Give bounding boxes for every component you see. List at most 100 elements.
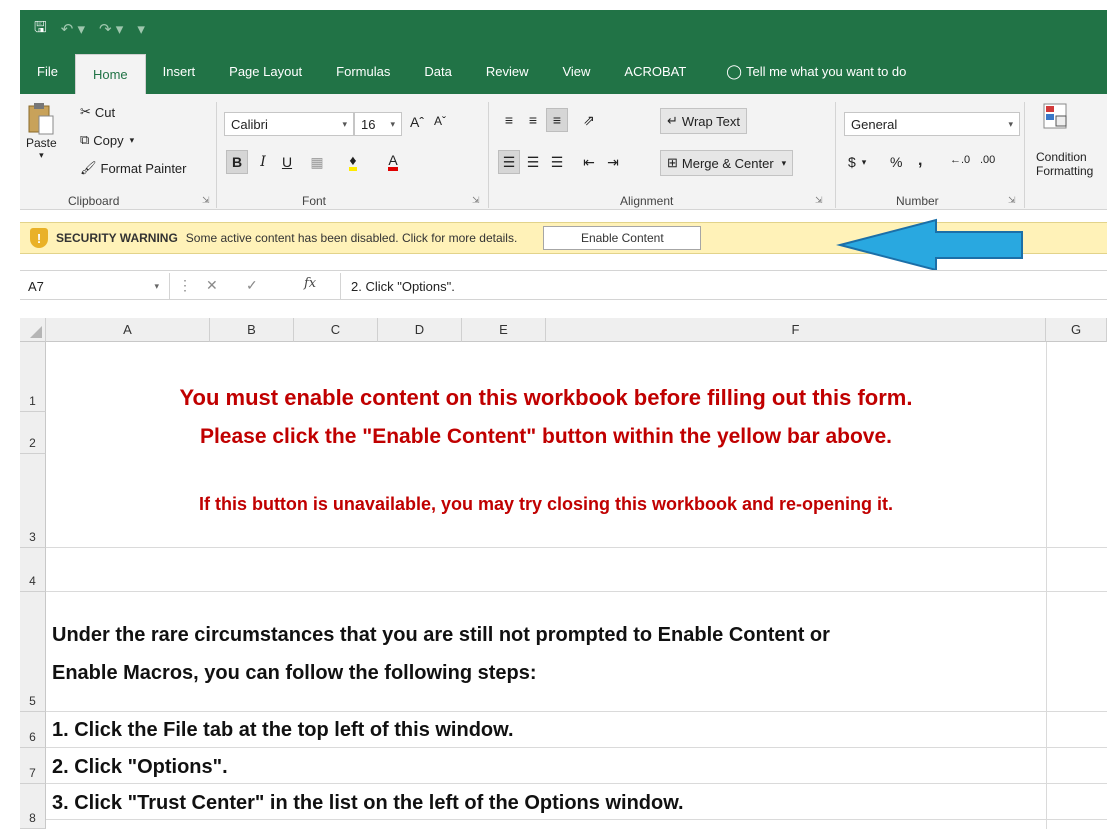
wrap-text-button[interactable]: ↵ Wrap Text <box>660 108 747 134</box>
paste-label: Paste <box>26 136 57 150</box>
select-all-corner[interactable] <box>20 318 46 342</box>
column-header-b[interactable]: B <box>210 318 294 342</box>
align-bottom-icon[interactable]: ≡ <box>546 108 568 132</box>
conditional-formatting-label: Condition Formatting <box>1036 150 1093 178</box>
cell-a6[interactable]: 1. Click the File tab at the top left of… <box>52 719 514 742</box>
align-middle-icon[interactable]: ≡ <box>522 108 544 132</box>
cut-button[interactable]: ✂ Cut <box>80 104 115 120</box>
row-header-4[interactable]: 4 <box>20 548 46 592</box>
warning-shield-icon: ! <box>30 228 48 248</box>
cell-a1[interactable]: You must enable content on this workbook… <box>46 385 1046 411</box>
name-box[interactable]: A7 ▾ <box>20 273 170 299</box>
customize-qat-icon[interactable]: ▾ <box>137 20 145 38</box>
paste-button[interactable]: Paste ▾ <box>26 102 57 161</box>
row-header-5[interactable]: 5 <box>20 592 46 712</box>
redo-icon[interactable]: ↷ ▾ <box>99 20 123 38</box>
gridline <box>46 747 1107 748</box>
row-header-1[interactable]: 1 <box>20 342 46 412</box>
tab-acrobat[interactable]: ACROBAT <box>607 48 703 94</box>
cell-a8[interactable]: 3. Click "Trust Center" in the list on t… <box>52 792 684 815</box>
cell-a3[interactable]: If this button is unavailable, you may t… <box>46 494 1046 515</box>
tab-home[interactable]: Home <box>74 54 146 94</box>
tab-data[interactable]: Data <box>407 48 468 94</box>
italic-button[interactable]: I <box>252 150 274 174</box>
increase-decimal-icon[interactable]: ←.0 <box>950 154 970 166</box>
undo-icon[interactable]: ↶ ▾ <box>61 20 85 38</box>
tab-review[interactable]: Review <box>469 48 546 94</box>
underline-button[interactable]: U <box>276 150 298 174</box>
font-launcher-icon[interactable]: ⇲ <box>472 195 480 206</box>
increase-indent-icon[interactable]: ⇥ <box>602 150 624 174</box>
align-right-icon[interactable]: ☰ <box>546 150 568 174</box>
gridline <box>46 711 1107 712</box>
font-color-icon[interactable]: A <box>382 150 404 174</box>
column-header-g[interactable]: G <box>1046 318 1107 342</box>
column-header-d[interactable]: D <box>378 318 462 342</box>
cancel-icon[interactable]: ✕ <box>206 277 218 294</box>
cell-a5-line2[interactable]: Enable Macros, you can follow the follow… <box>52 662 537 685</box>
divider <box>835 102 836 208</box>
chevron-down-icon: ▾ <box>1008 118 1013 129</box>
row-header-6[interactable]: 6 <box>20 712 46 748</box>
copy-dropdown-icon[interactable]: ▾ <box>130 135 135 146</box>
cell-a5-line1[interactable]: Under the rare circumstances that you ar… <box>52 624 830 647</box>
chevron-down-icon: ▾ <box>390 118 395 129</box>
number-format-select[interactable]: General ▾ <box>844 112 1020 136</box>
font-name-select[interactable]: Calibri ▾ <box>224 112 354 136</box>
tell-me-box[interactable]: ◯ Tell me what you want to do <box>709 48 923 94</box>
tab-formulas[interactable]: Formulas <box>319 48 407 94</box>
conditional-formatting-button[interactable] <box>1042 102 1070 132</box>
orientation-icon[interactable]: ⇗ <box>578 108 600 132</box>
enter-icon[interactable]: ✓ <box>246 277 258 294</box>
alignment-launcher-icon[interactable]: ⇲ <box>815 195 823 206</box>
percent-button[interactable]: % <box>890 154 902 170</box>
fill-color-icon[interactable]: ♦ <box>342 150 364 174</box>
tab-file[interactable]: File <box>20 48 75 94</box>
decrease-font-icon[interactable]: Aˇ <box>434 114 446 128</box>
paste-dropdown-icon[interactable]: ▾ <box>39 150 44 161</box>
tab-page-layout[interactable]: Page Layout <box>212 48 319 94</box>
title-bar: 🖫 ↶ ▾ ↷ ▾ ▾ <box>20 10 1107 48</box>
column-header-a[interactable]: A <box>46 318 210 342</box>
save-icon[interactable]: 🖫 <box>34 17 47 42</box>
increase-font-icon[interactable]: Aˆ <box>410 114 424 130</box>
insert-function-icon[interactable]: fx <box>304 276 316 291</box>
security-warning-message[interactable]: Some active content has been disabled. C… <box>186 231 518 245</box>
row-header-2[interactable]: 2 <box>20 412 46 454</box>
column-header-e[interactable]: E <box>462 318 546 342</box>
tab-insert[interactable]: Insert <box>146 48 213 94</box>
merge-center-label: Merge & Center <box>681 155 774 171</box>
currency-button[interactable]: $ ▾ <box>848 154 866 170</box>
copy-icon: ⧉ <box>80 132 90 147</box>
align-left-icon[interactable]: ☰ <box>498 150 520 174</box>
cell-a2[interactable]: Please click the "Enable Content" button… <box>46 425 1046 449</box>
borders-icon[interactable]: ▦ <box>306 150 328 174</box>
row-header-8[interactable]: 8 <box>20 784 46 829</box>
gridline <box>46 783 1107 784</box>
lightbulb-icon: ◯ <box>726 62 742 79</box>
row-header-3[interactable]: 3 <box>20 454 46 548</box>
divider <box>488 102 489 208</box>
number-launcher-icon[interactable]: ⇲ <box>1008 195 1016 206</box>
cell-a7[interactable]: 2. Click "Options". <box>52 756 228 779</box>
ribbon-tabs: File Home Insert Page Layout Formulas Da… <box>20 48 1107 94</box>
column-header-c[interactable]: C <box>294 318 378 342</box>
merge-center-button[interactable]: ⊞ Merge & Center ▾ <box>660 150 794 176</box>
number-group-label: Number <box>896 194 939 208</box>
decrease-indent-icon[interactable]: ⇤ <box>578 150 600 174</box>
enable-content-button[interactable]: Enable Content <box>543 226 702 250</box>
decrease-decimal-icon[interactable]: .00 <box>980 154 995 166</box>
bold-button[interactable]: B <box>226 150 248 174</box>
font-size-select[interactable]: 16 ▾ <box>354 112 402 136</box>
align-center-icon[interactable]: ☰ <box>522 150 544 174</box>
column-header-f[interactable]: F <box>546 318 1046 342</box>
copy-button[interactable]: ⧉ Copy ▾ <box>80 132 134 148</box>
format-painter-button[interactable]: 🖌 Format Painter <box>80 160 187 176</box>
row-header-7[interactable]: 7 <box>20 748 46 784</box>
comma-button[interactable]: , <box>918 152 922 170</box>
align-top-icon[interactable]: ≡ <box>498 108 520 132</box>
divider <box>216 102 217 208</box>
clipboard-launcher-icon[interactable]: ⇲ <box>202 195 210 206</box>
formula-input[interactable]: 2. Click "Options". <box>340 273 1107 299</box>
tab-view[interactable]: View <box>545 48 607 94</box>
